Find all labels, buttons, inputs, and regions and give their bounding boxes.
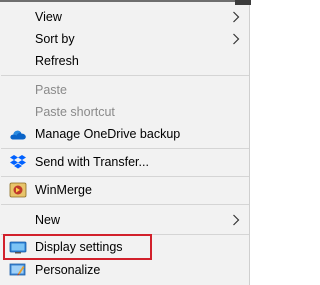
highlight-annotation-box — [3, 234, 152, 260]
menu-item-sort-by[interactable]: Sort by — [0, 28, 249, 50]
dropbox-transfer-icon — [10, 155, 26, 169]
onedrive-cloud-icon — [10, 130, 26, 140]
menu-item-label: Personalize — [35, 263, 101, 277]
menu-item-paste[interactable]: Paste — [0, 79, 249, 101]
menu-item-personalize[interactable]: Personalize — [0, 259, 249, 281]
menu-item-new[interactable]: New — [0, 209, 249, 231]
menu-item-view[interactable]: View — [0, 6, 249, 28]
menu-item-label: New — [35, 213, 61, 227]
chevron-right-icon — [233, 214, 240, 226]
menu-item-label: Paste — [35, 83, 67, 97]
menu-item-label: Paste shortcut — [35, 105, 115, 119]
chevron-right-icon — [233, 11, 240, 23]
menu-item-label: Manage OneDrive backup — [35, 127, 181, 141]
menu-item-label: WinMerge — [35, 183, 92, 197]
menu-item-paste-shortcut[interactable]: Paste shortcut — [0, 101, 249, 123]
menu-item-refresh[interactable]: Refresh — [0, 50, 249, 72]
menu-top-corner-accent — [235, 0, 251, 5]
menu-item-label: Refresh — [35, 54, 79, 68]
menu-item-label: View — [35, 10, 62, 24]
menu-separator — [1, 148, 249, 149]
chevron-right-icon — [233, 33, 240, 45]
menu-item-manage-onedrive-backup[interactable]: Manage OneDrive backup — [0, 123, 249, 145]
menu-item-label: Send with Transfer... — [35, 155, 149, 169]
personalize-icon — [9, 263, 26, 276]
menu-separator — [1, 75, 249, 76]
menu-separator — [1, 204, 249, 205]
menu-separator — [1, 176, 249, 177]
menu-item-winmerge[interactable]: WinMerge — [0, 179, 249, 201]
winmerge-icon — [9, 182, 27, 198]
desktop-context-menu: View Sort by Refresh Paste Paste shortcu… — [0, 0, 251, 285]
menu-top-border — [0, 0, 251, 2]
menu-item-send-with-transfer[interactable]: Send with Transfer... — [0, 151, 249, 173]
menu-item-label: Sort by — [35, 32, 75, 46]
